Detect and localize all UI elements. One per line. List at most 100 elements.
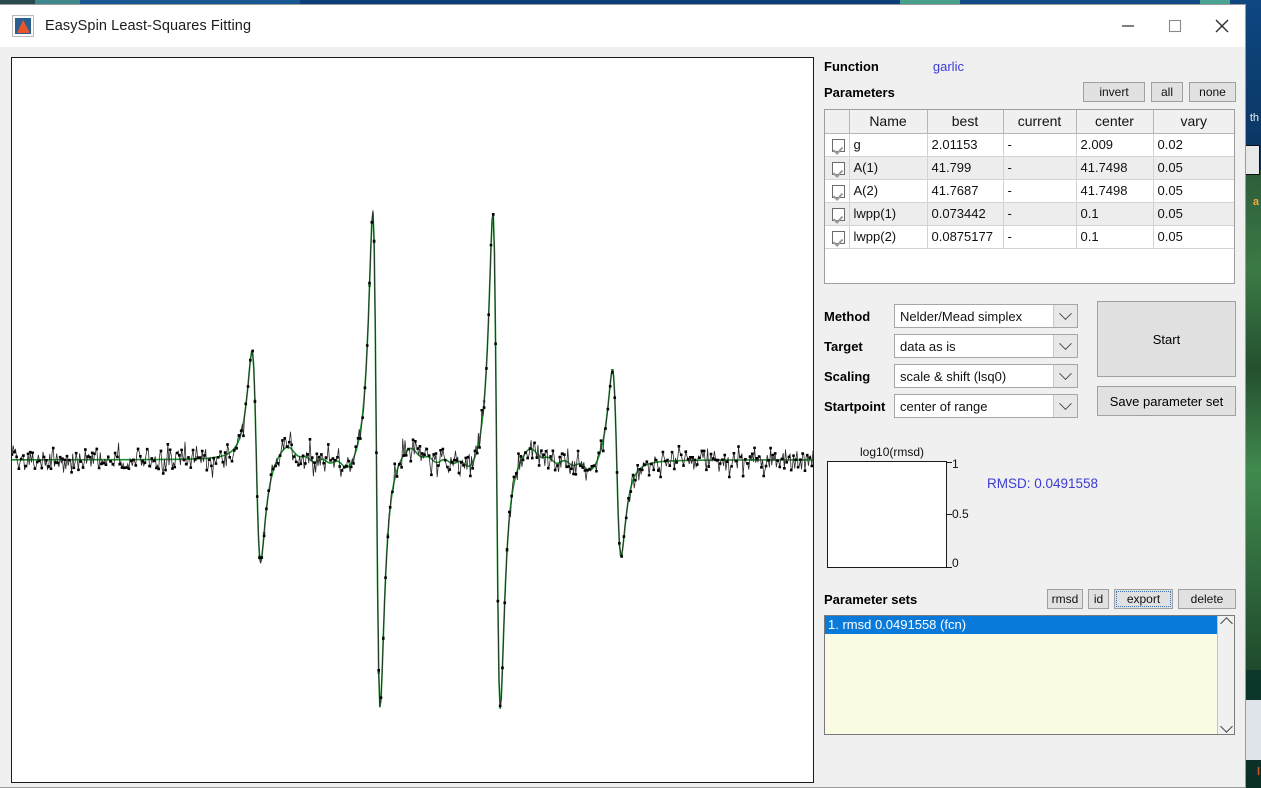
label-startpoint: Startpoint — [824, 398, 886, 414]
fit-option-dropdowns: Method Nelder/Mead simplex Target data as i… — [824, 301, 1086, 421]
cell-best[interactable]: 41.799 — [927, 156, 1004, 180]
column-header-vary[interactable]: vary — [1153, 110, 1234, 134]
parameters-table-grid: Name best current center vary g 2.01153-2… — [825, 110, 1234, 283]
cell-vary[interactable]: 0.05 — [1153, 179, 1234, 203]
cell-best[interactable]: 41.7687 — [927, 179, 1004, 203]
cell-center[interactable]: 0.1 — [1076, 225, 1154, 249]
list-item[interactable]: 1. rmsd 0.0491558 (fcn) — [825, 616, 1217, 634]
checkbox-checked-icon[interactable] — [832, 231, 845, 245]
control-row-target: Target data as is — [824, 331, 1086, 361]
column-header-center[interactable]: center — [1076, 110, 1154, 134]
function-row: Function garlic — [824, 55, 1236, 77]
parameter-sets-label: Parameter sets — [824, 591, 918, 607]
invert-button[interactable]: invert — [1083, 82, 1145, 102]
scroll-up-icon[interactable] — [1219, 617, 1233, 630]
desktop-text-fragment-3: l — [1256, 766, 1260, 778]
table-row[interactable]: g 2.01153-2.009 0.02 — [825, 133, 1234, 157]
column-header-best[interactable]: best — [927, 110, 1004, 134]
cell-center[interactable]: 41.7498 — [1076, 179, 1154, 203]
cell-best[interactable]: 0.073442 — [927, 202, 1004, 226]
cell-vary[interactable]: 0.02 — [1153, 133, 1234, 157]
row-checkbox-cell[interactable] — [825, 202, 850, 226]
parameter-sets-scrollbar[interactable] — [1217, 616, 1234, 734]
save-parameter-set-button[interactable]: Save parameter set — [1097, 386, 1236, 416]
parameter-sets-buttons: rmsd id export delete — [1047, 589, 1236, 609]
dropdown-startpoint[interactable]: center of range — [894, 394, 1078, 418]
chevron-down-icon[interactable] — [1053, 365, 1077, 387]
cell-center[interactable]: 2.009 — [1076, 133, 1154, 157]
table-row[interactable]: lwpp(1) 0.073442-0.1 0.05 — [825, 202, 1234, 226]
rmsd-tick-label-0: 0 — [952, 556, 959, 570]
dropdown-scaling[interactable]: scale & shift (lsq0) — [894, 364, 1078, 388]
row-checkbox-cell[interactable] — [825, 133, 850, 157]
cell-current[interactable]: - — [1003, 202, 1077, 226]
chevron-glyph — [1059, 366, 1072, 380]
column-header-name[interactable]: Name — [849, 110, 928, 134]
spectrum-axes[interactable] — [11, 57, 814, 783]
window-controls — [1104, 5, 1245, 47]
fit-action-buttons: Start Save parameter set — [1097, 301, 1236, 421]
control-row-scaling: Scaling scale & shift (lsq0) — [824, 361, 1086, 391]
all-button[interactable]: all — [1151, 82, 1183, 102]
cell-current[interactable]: - — [1003, 179, 1077, 203]
checkbox-checked-icon[interactable] — [832, 185, 845, 199]
parameters-table-body: g 2.01153-2.009 0.02 A(1) 41.799-41.7498 0.05… — [825, 133, 1234, 283]
table-row[interactable]: A(2) 41.7687-41.7498 0.05 — [825, 179, 1234, 203]
chevron-down-icon[interactable] — [1053, 305, 1077, 327]
cell-current[interactable]: - — [1003, 225, 1077, 249]
checkbox-checked-icon[interactable] — [832, 208, 845, 222]
cell-vary[interactable]: 0.05 — [1153, 225, 1234, 249]
cell-name[interactable]: lwpp(1) — [849, 202, 928, 226]
column-header-current[interactable]: current — [1003, 110, 1077, 134]
easyspin-fitting-window: EasySpin Least-Squares Fitting Function … — [0, 4, 1246, 788]
row-checkbox-cell[interactable] — [825, 225, 850, 249]
export-button[interactable]: export — [1114, 589, 1173, 609]
cell-vary[interactable]: 0.05 — [1153, 202, 1234, 226]
cell-name[interactable]: lwpp(2) — [849, 225, 928, 249]
checkbox-checked-icon[interactable] — [832, 139, 845, 153]
delete-button[interactable]: delete — [1178, 589, 1236, 609]
table-row[interactable]: A(1) 41.799-41.7498 0.05 — [825, 156, 1234, 180]
dropdown-value-target: data as is — [900, 338, 956, 354]
chevron-glyph — [1059, 396, 1072, 410]
parameters-table[interactable]: Name best current center vary g 2.01153-2… — [824, 109, 1235, 284]
window-titlebar[interactable]: EasySpin Least-Squares Fitting — [0, 5, 1245, 47]
table-row[interactable]: lwpp(2) 0.0875177-0.1 0.05 — [825, 225, 1234, 249]
dropdown-method[interactable]: Nelder/Mead simplex — [894, 304, 1078, 328]
scroll-down-icon[interactable] — [1219, 720, 1233, 733]
rmsd-readout: RMSD: 0.0491558 — [987, 476, 1099, 491]
cell-best[interactable]: 0.0875177 — [927, 225, 1004, 249]
cell-name[interactable]: A(1) — [849, 156, 928, 180]
checkbox-checked-icon[interactable] — [832, 162, 845, 176]
function-value-link[interactable]: garlic — [933, 59, 964, 74]
label-scaling: Scaling — [824, 368, 871, 384]
cell-center[interactable]: 0.1 — [1076, 202, 1154, 226]
none-button[interactable]: none — [1189, 82, 1236, 102]
sort-by-rmsd-button[interactable]: rmsd — [1047, 589, 1083, 609]
rmsd-plot-axes[interactable] — [827, 461, 947, 568]
label-target: Target — [824, 338, 863, 354]
row-checkbox-cell[interactable] — [825, 156, 850, 180]
sort-by-id-button[interactable]: id — [1088, 589, 1109, 609]
row-checkbox-cell[interactable] — [825, 179, 850, 203]
dropdown-target[interactable]: data as is — [894, 334, 1078, 358]
cell-vary[interactable]: 0.05 — [1153, 156, 1234, 180]
chevron-down-icon[interactable] — [1053, 335, 1077, 357]
cell-current[interactable]: - — [1003, 156, 1077, 180]
cell-name[interactable]: g — [849, 133, 928, 157]
cell-current[interactable]: - — [1003, 133, 1077, 157]
chevron-down-icon[interactable] — [1053, 395, 1077, 417]
dropdown-value-startpoint: center of range — [900, 398, 988, 414]
window-title: EasySpin Least-Squares Fitting — [45, 18, 252, 34]
cell-name[interactable]: A(2) — [849, 179, 928, 203]
column-header-checkbox — [825, 110, 850, 134]
start-button[interactable]: Start — [1097, 301, 1236, 377]
cell-center[interactable]: 41.7498 — [1076, 156, 1154, 180]
parameter-sets-list[interactable]: 1. rmsd 0.0491558 (fcn) — [824, 615, 1235, 735]
close-button[interactable] — [1198, 5, 1245, 47]
minimize-button[interactable] — [1104, 5, 1151, 47]
desktop-text-fragment-1: th — [1249, 112, 1259, 124]
cell-best[interactable]: 2.01153 — [927, 133, 1004, 157]
table-header-row: Name best current center vary — [825, 110, 1234, 134]
maximize-button[interactable] — [1151, 5, 1198, 47]
